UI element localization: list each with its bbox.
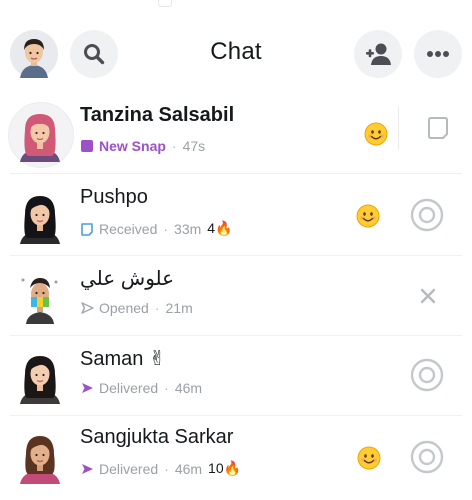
chat-row[interactable]: علوش علي Opened · 21m [0,256,472,336]
add-friend-icon [366,43,391,65]
opened-icon [81,302,94,314]
streak-count: 4🔥 [207,220,233,236]
avatar [20,114,60,162]
smiling-face-icon [357,446,381,470]
delivered-icon [82,463,93,474]
time-label: 21m [165,300,193,316]
status-line: Delivered · 46m 10🔥 [80,460,241,477]
smiling-face-icon [364,122,388,146]
camera-icon[interactable] [410,358,444,392]
chat-screen: Chat Tanzina Salsabil New Snap · 47s Pus… [0,0,472,500]
status-text: Delivered [99,380,159,396]
streak-count: 10🔥 [208,460,242,476]
row-divider-vertical [398,106,399,150]
camera-icon[interactable] [410,198,444,232]
chat-name: علوش علي [80,268,175,290]
time-label: 47s [182,138,206,154]
time-label: 46m [174,380,203,396]
status-line: Delivered · 46m [80,380,202,396]
status-text: Opened [99,300,149,316]
status-line: Received · 33m 4🔥 [80,220,233,237]
received-icon [81,222,93,236]
status-text: New Snap [99,138,166,154]
avatar [20,196,60,244]
delivered-icon [82,383,93,393]
status-text: Delivered [99,460,159,477]
avatar [20,436,60,484]
header: Chat [0,0,472,100]
separator-dot: · [163,220,169,237]
more-button[interactable] [414,30,462,78]
status-line: Opened · 21m [80,300,193,316]
time-label: 33m [174,220,202,237]
time-label: 46m [174,460,203,477]
chat-row[interactable]: Saman ✌ Delivered · 46m [0,336,472,416]
more-icon [427,51,449,57]
close-icon[interactable] [420,288,436,304]
status-line: New Snap · 47s [80,138,205,154]
chat-name: Tanzina Salsabil [80,104,235,126]
chat-row[interactable]: Tanzina Salsabil New Snap · 47s [0,94,472,174]
separator-dot: · [171,138,177,154]
chat-row[interactable]: Sangjukta Sarkar Delivered · 46m 10🔥 [0,416,472,496]
chat-name: Saman ✌ [80,348,166,370]
chat-name: Sangjukta Sarkar [80,426,234,448]
chat-row[interactable]: Pushpo Received · 33m 4🔥 [0,176,472,256]
status-text: Received [99,220,158,237]
camera-icon[interactable] [410,440,444,474]
smiling-face-icon [356,204,380,228]
new-snap-icon [81,140,93,152]
chat-bubble-icon[interactable] [426,116,450,144]
chat-name: Pushpo [80,186,148,208]
separator-dot: · [164,380,169,396]
separator-dot: · [154,300,160,316]
row-divider [10,173,462,174]
add-friend-button[interactable] [354,30,402,78]
avatar [21,278,58,324]
avatar [20,356,60,404]
separator-dot: · [164,460,169,477]
